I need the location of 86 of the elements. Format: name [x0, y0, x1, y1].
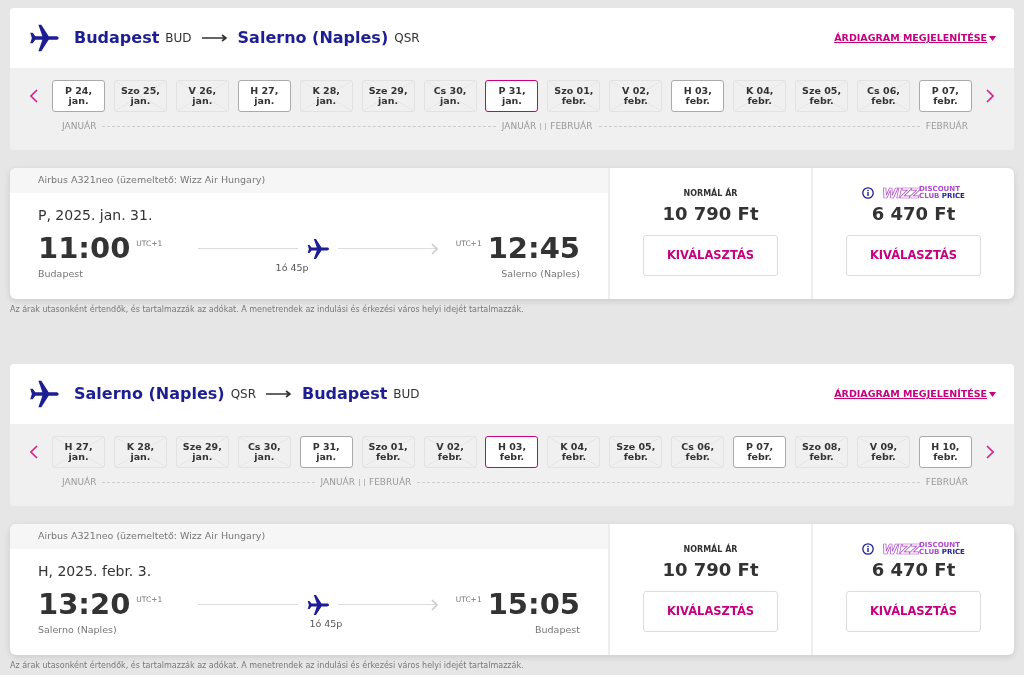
date-option[interactable]: H 03, febr. [485, 436, 539, 468]
date-option[interactable]: P 31, jan. [485, 80, 539, 112]
price: 6 470 Ft [870, 558, 957, 582]
price-label: NORMÁL ÁR [682, 188, 739, 200]
month-label: JANUÁR [62, 476, 97, 489]
date-option[interactable]: Cs 30, jan. [423, 80, 477, 112]
departure-city: Budapest [38, 267, 83, 281]
date-option[interactable]: K 28, jan. [113, 436, 167, 468]
caret-icon [989, 391, 996, 397]
disclaimer-text: Az árak utasonként értendők, és tartalmazzák az adókat. A menetrendek az indulási és érkezési város helyi idejét tartalmazzák. [10, 304, 525, 316]
month-label: FEBRUÁR [925, 120, 968, 133]
month-label: FEBRUÁR [369, 476, 412, 489]
origin-city: Salerno (Naples) [74, 383, 225, 405]
flight-date: P, 2025. jan. 31. [37, 206, 154, 225]
info-icon[interactable] [862, 543, 875, 555]
date-option[interactable]: P 07, febr. [733, 436, 787, 468]
date-option[interactable]: V 02, febr. [609, 80, 663, 112]
info-icon[interactable] [862, 187, 875, 199]
date-option[interactable]: Sze 29, jan. [175, 436, 229, 468]
date-option[interactable]: K 04, febr. [547, 436, 601, 468]
date-option[interactable]: Szo 01, febr. [361, 436, 415, 468]
date-option[interactable]: P 24, jan. [52, 80, 105, 112]
plane-icon [28, 22, 60, 54]
date-option[interactable]: V 26, jan. [175, 80, 229, 112]
date-option[interactable]: Szo 25, jan. [113, 80, 167, 112]
date-option[interactable]: Sze 05, febr. [609, 436, 663, 468]
date-option[interactable]: K 04, febr. [733, 80, 787, 112]
date-option[interactable]: P 31, jan. [299, 436, 353, 468]
price: 10 790 Ft [661, 202, 760, 226]
origin-city: Budapest [74, 27, 160, 49]
destination-city: Budapest [302, 383, 388, 405]
select-button[interactable]: KIVÁLASZTÁS [643, 235, 778, 276]
date-option[interactable]: H 27, jan. [237, 80, 291, 112]
date-option[interactable]: Sze 29, jan. [361, 80, 415, 112]
date-option[interactable]: Cs 06, febr. [671, 436, 725, 468]
destination-code: BUD [393, 386, 420, 403]
select-button[interactable]: KIVÁLASZTÁS [846, 235, 981, 276]
month-label: FEBRUÁR [925, 476, 968, 489]
date-option[interactable]: Szo 08, febr. [795, 436, 849, 468]
arrival-time: 15:05 [487, 590, 580, 619]
departure-city: Salerno (Naples) [38, 623, 117, 637]
month-label: JANUÁR [501, 120, 537, 133]
date-option[interactable]: Cs 06, febr. [857, 80, 910, 112]
arrival-city: Salerno (Naples) [501, 267, 580, 281]
price: 10 790 Ft [661, 558, 760, 582]
flight-duration: 1ó 45p [309, 617, 343, 631]
arrival-city: Budapest [535, 623, 580, 637]
select-button[interactable]: KIVÁLASZTÁS [643, 591, 778, 632]
date-option[interactable]: K 28, jan. [299, 80, 353, 112]
flight-date: H, 2025. febr. 3. [37, 562, 153, 581]
date-option[interactable]: Cs 30, jan. [237, 436, 291, 468]
flight-duration: 1ó 45p [275, 261, 309, 275]
date-option[interactable]: P 07, febr. [918, 80, 972, 112]
date-option[interactable]: V 09, febr. [857, 436, 910, 468]
origin-code: BUD [165, 30, 192, 47]
month-label: JANUÁR [62, 120, 97, 133]
departure-time: 11:00 [38, 234, 131, 263]
arrow-head-icon [430, 242, 438, 255]
month-label: JANUÁR [320, 476, 355, 489]
month-label: FEBRUÁR [550, 120, 593, 133]
date-option[interactable]: H 03, febr. [671, 80, 725, 112]
arrival-time: 12:45 [487, 234, 580, 263]
date-option[interactable]: Sze 05, febr. [795, 80, 849, 112]
destination-city: Salerno (Naples) [237, 27, 389, 49]
date-option[interactable]: V 02, febr. [423, 436, 477, 468]
aircraft-info: Airbus A321neo (üzemeltető: Wizz Air Hungary) [38, 174, 266, 185]
select-button[interactable]: KIVÁLASZTÁS [846, 591, 981, 632]
plane-icon [28, 378, 60, 410]
caret-icon [989, 35, 996, 41]
departure-time: 13:20 [38, 590, 131, 619]
price-label: NORMÁL ÁR [682, 544, 739, 556]
price-chart-link[interactable]: ÁRDIAGRAM MEGJELENÍTÉSE [834, 30, 987, 46]
plane-icon [305, 592, 330, 617]
price-chart-link[interactable]: ÁRDIAGRAM MEGJELENÍTÉSE [834, 386, 987, 402]
date-option[interactable]: H 27, jan. [52, 436, 105, 468]
arrow-head-icon [430, 598, 438, 611]
plane-icon [305, 236, 330, 261]
disclaimer-text: Az árak utasonként értendők, és tartalmazzák az adókat. A menetrendek az indulási és érkezési város helyi idejét tartalmazzák. [10, 660, 525, 672]
date-option[interactable]: H 10, febr. [918, 436, 972, 468]
route-arrow-icon [266, 390, 293, 398]
route-arrow-icon [201, 34, 228, 42]
aircraft-info: Airbus A321neo (üzemeltető: Wizz Air Hungary) [38, 530, 266, 541]
origin-code: QSR [230, 386, 257, 403]
price: 6 470 Ft [870, 202, 957, 226]
destination-code: QSR [394, 30, 420, 47]
date-option[interactable]: Szo 01, febr. [547, 80, 601, 112]
